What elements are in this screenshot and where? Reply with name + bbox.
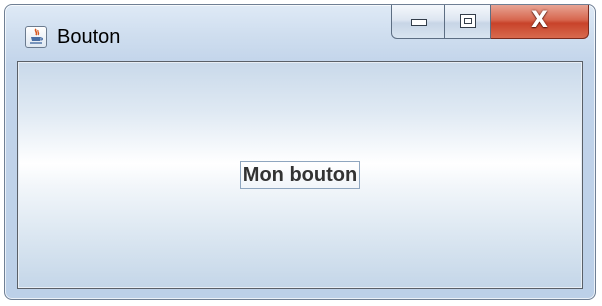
java-app-icon[interactable]: [25, 26, 47, 48]
app-window: Bouton X Mon bouton: [4, 4, 596, 300]
minimize-icon: [411, 19, 427, 26]
close-icon: X: [531, 8, 548, 33]
java-cup-icon: [30, 28, 44, 44]
maximize-button[interactable]: [445, 5, 491, 39]
title-bar[interactable]: Bouton X: [5, 5, 595, 61]
close-button[interactable]: X: [491, 5, 589, 39]
caption-buttons: X: [391, 5, 589, 39]
maximize-icon: [460, 14, 476, 28]
minimize-button[interactable]: [391, 5, 445, 39]
window-title: Bouton: [57, 26, 121, 48]
main-button[interactable]: Mon bouton: [17, 61, 583, 289]
main-button-label: Mon bouton: [239, 161, 361, 189]
